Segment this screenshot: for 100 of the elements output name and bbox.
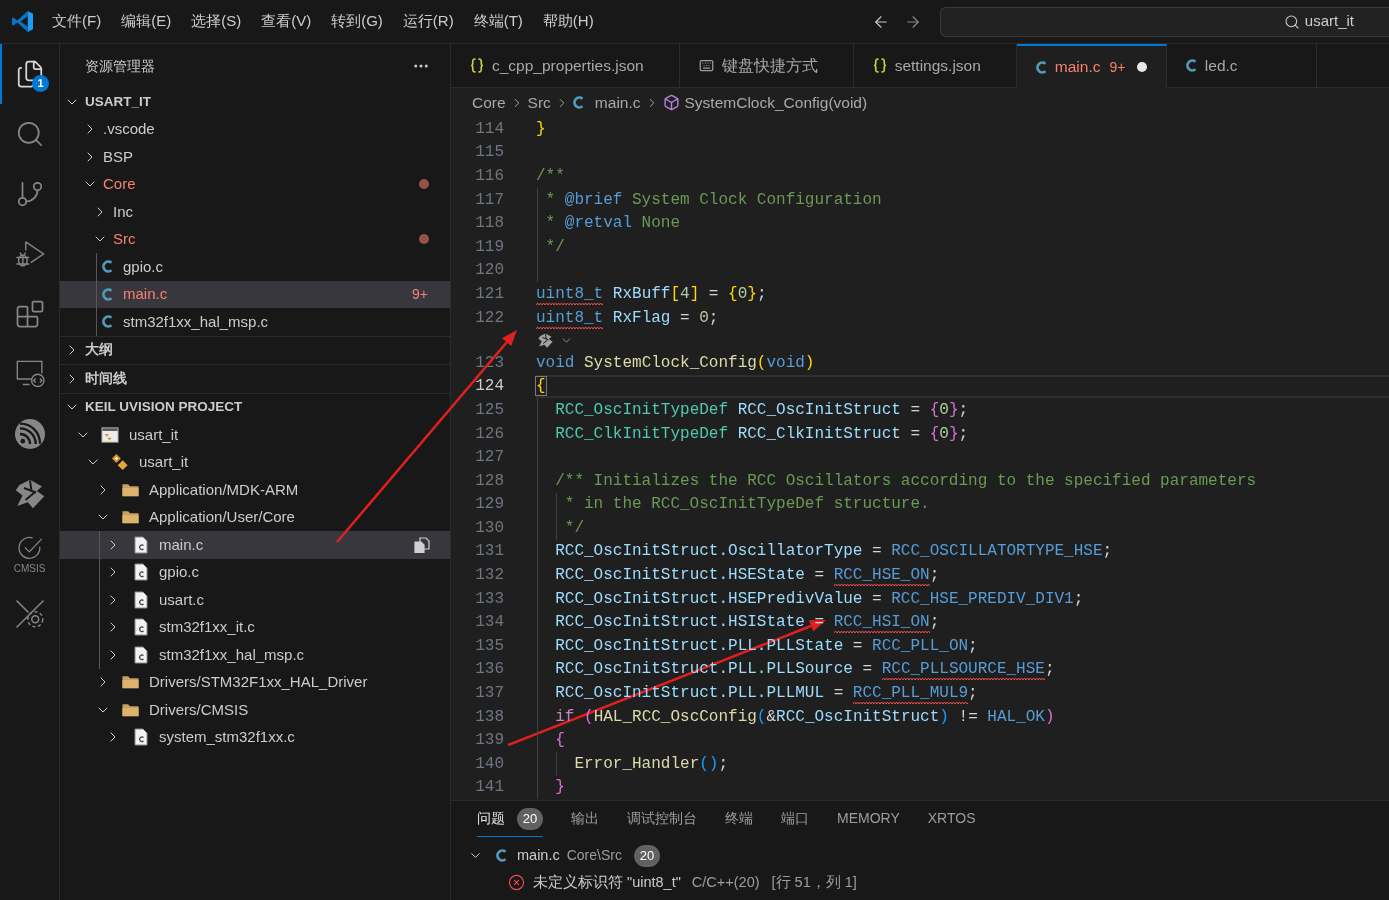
command-center-search[interactable]: usart_it — [940, 6, 1389, 37]
breadcrumb-item[interactable]: SystemClock_Config(void) — [662, 90, 868, 115]
code-line: RCC_OscInitStruct.OscillatorType = RCC_OSCILLATORTYPE_HSE; — [555, 541, 1113, 563]
line-number: 137 — [475, 683, 504, 705]
activity-bar-item[interactable]: CMSIS — [0, 524, 59, 584]
angular-logo-icon — [14, 479, 45, 509]
panel-tab[interactable]: MEMORY — [837, 801, 900, 837]
app-logo-icon — [12, 11, 33, 32]
menu-item[interactable]: 文件(F) — [42, 7, 112, 36]
line-number: 127 — [475, 447, 504, 469]
c-file-icon — [102, 287, 113, 301]
tree-item[interactable]: usart.c — [60, 586, 450, 614]
folder-icon — [122, 675, 139, 690]
code-line: } — [536, 118, 546, 140]
angular-logo-icon[interactable] — [538, 332, 553, 348]
problem-source: C/C++(20) — [691, 872, 760, 892]
menu-item[interactable]: 编辑(E) — [111, 7, 182, 36]
tree-item[interactable]: .vscode — [60, 115, 450, 143]
menu-item[interactable]: 选择(S) — [181, 7, 252, 36]
panel-tab[interactable]: 问题 20 — [477, 801, 543, 837]
folder-icon — [122, 482, 139, 497]
breadcrumb-item[interactable]: Core — [472, 90, 506, 115]
menu-item[interactable]: 转到(G) — [321, 7, 393, 36]
c-file-icon — [496, 849, 507, 862]
c-file-icon — [572, 96, 584, 109]
panel-tab[interactable]: 调试控制台 — [627, 801, 697, 837]
panel-tab[interactable]: 端口 — [781, 801, 809, 837]
editor-tab[interactable]: 键盘快捷方式 — [679, 44, 854, 88]
tree-item[interactable]: main.c 9+ — [60, 280, 450, 308]
line-number: 139 — [475, 730, 504, 752]
tree-item[interactable]: Drivers/STM32F1xx_HAL_Driver — [60, 668, 450, 696]
line-number: 114 — [475, 118, 504, 140]
search-icon — [1283, 13, 1300, 30]
braces-icon — [470, 58, 484, 73]
line-number: 119 — [475, 236, 504, 258]
document-icon — [134, 728, 148, 747]
panel-tab[interactable]: 终端 — [725, 801, 753, 837]
line-number: 131 — [475, 541, 504, 563]
c-file-icon — [1035, 60, 1047, 74]
tree-item[interactable]: main.c — [60, 531, 450, 559]
tree-item[interactable]: gpio.c — [60, 558, 450, 586]
menu-item[interactable]: 运行(R) — [392, 7, 464, 36]
line-number: 126 — [475, 423, 504, 445]
run-debug-icon — [14, 239, 45, 269]
line-number: 129 — [475, 494, 504, 516]
code-line: RCC_OscInitStruct.HSEState = RCC_HSE_ON; — [555, 563, 940, 588]
breadcrumb-item[interactable]: main.c — [572, 90, 641, 115]
editor-tab[interactable]: main.c 9+ — [1016, 44, 1167, 88]
menu-item[interactable]: 查看(V) — [251, 7, 322, 36]
editor-tab[interactable]: c_cpp_properties.json — [451, 44, 680, 88]
menu-item[interactable]: 帮助(H) — [532, 7, 604, 36]
tree-item[interactable]: Application/User/Core — [60, 503, 450, 531]
breadcrumb-item[interactable]: Src — [527, 90, 551, 115]
code-line: /** Initializes the RCC Oscillators according to the specified parameters — [555, 470, 1257, 492]
tree-item[interactable]: BSP — [60, 143, 450, 171]
code-line: if (HAL_RCC_OscConfig(&RCC_OscInitStruct) != HAL_OK) — [555, 706, 1055, 728]
problem-message: 未定义标识符 "uint8_t" — [533, 872, 681, 892]
line-number: 130 — [475, 517, 504, 539]
line-number: 134 — [475, 612, 504, 634]
tree-item[interactable]: Inc — [60, 198, 450, 226]
section-header[interactable]: KEIL UVISION PROJECT — [60, 393, 450, 421]
keyboard-icon — [698, 58, 714, 73]
tree-item[interactable]: usart_it — [60, 448, 450, 476]
editor-tab[interactable]: led.c — [1166, 44, 1317, 88]
line-number: 118 — [475, 213, 504, 235]
documents-icon[interactable] — [414, 536, 430, 553]
tree-item[interactable]: stm32f1xx_hal_msp.c — [60, 641, 450, 669]
menu-item[interactable]: 终端(T) — [463, 7, 533, 36]
code-line: RCC_OscInitTypeDef RCC_OscInitStruct = {0}; — [555, 399, 969, 421]
section-header[interactable]: USART_IT — [60, 88, 450, 116]
code-line: { — [536, 376, 546, 398]
c-file-icon — [102, 315, 113, 329]
problem-location: [行 51，列 1] — [771, 872, 857, 892]
tree-item[interactable]: system_stm32f1xx.c — [60, 723, 450, 751]
sidebar-title: 资源管理器 — [85, 56, 155, 76]
document-icon — [134, 563, 148, 582]
extensions-icon — [14, 299, 45, 329]
tree-item[interactable]: usart_it — [60, 421, 450, 449]
tree-item[interactable]: gpio.c — [60, 253, 450, 281]
section-header[interactable]: 大纲 — [60, 336, 450, 364]
c-file-icon — [102, 260, 113, 274]
tree-item[interactable]: Src — [60, 225, 450, 253]
code-line: */ — [564, 517, 584, 539]
code-line: * @brief System Clock Configuration — [545, 189, 882, 211]
section-header[interactable]: 时间线 — [60, 365, 450, 393]
tree-item[interactable]: Drivers/CMSIS — [60, 696, 450, 724]
line-number: 120 — [475, 260, 504, 282]
code-line: Error_Handler(); — [574, 753, 729, 775]
code-line: * in the RCC_OscInitTypeDef structure. — [564, 494, 930, 516]
code-line: } — [555, 777, 565, 799]
braces-icon — [872, 58, 887, 73]
code-line: RCC_OscInitStruct.HSEPredivValue = RCC_HSE_PREDIV_DIV1; — [555, 588, 1084, 610]
tree-item[interactable]: stm32f1xx_hal_msp.c — [60, 308, 450, 336]
tree-item[interactable]: Core — [60, 170, 450, 198]
panel-tab[interactable]: XRTOS — [927, 801, 976, 837]
editor-tab[interactable]: settings.json — [853, 44, 1017, 88]
tree-item[interactable]: stm32f1xx_it.c — [60, 613, 450, 641]
panel-tab[interactable]: 输出 — [571, 801, 599, 837]
code-line: uint8_t RxBuff[4] = {0}; — [536, 281, 767, 306]
tree-item[interactable]: Application/MDK-ARM — [60, 476, 450, 504]
